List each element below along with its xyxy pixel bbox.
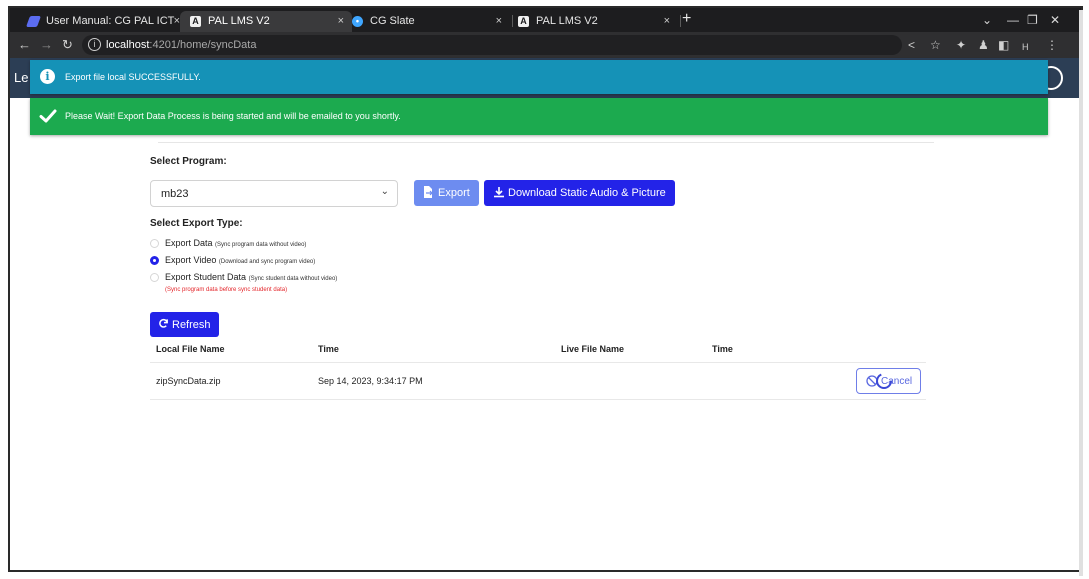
tab-title: PAL LMS V2 xyxy=(536,15,598,27)
tab-title: PAL LMS V2 xyxy=(208,15,270,27)
checkmark-icon xyxy=(39,109,57,123)
tab-title: User Manual: CG PAL ICT xyxy=(46,15,175,27)
radio-button-checked[interactable] xyxy=(150,256,159,265)
extensions-puzzle-icon[interactable]: ✦ xyxy=(956,37,966,53)
url-text: localhost:4201/home/syncData xyxy=(106,39,257,51)
close-window-icon[interactable]: ✕ xyxy=(1050,11,1060,29)
radio-button[interactable] xyxy=(150,239,159,248)
share-icon[interactable]: < xyxy=(908,37,915,53)
browser-menu-icon[interactable]: ⋮ xyxy=(1046,37,1058,53)
site-info-icon[interactable]: i xyxy=(88,38,101,51)
tab-search-chevron-icon[interactable]: ⌄ xyxy=(982,11,992,29)
tab-separator xyxy=(680,15,681,27)
radio-button[interactable] xyxy=(150,273,159,282)
tab-title: CG Slate xyxy=(370,15,415,27)
tab-strip: User Manual: CG PAL ICT × A PAL LMS V2 ×… xyxy=(10,8,1081,32)
minimize-icon[interactable]: — xyxy=(1007,11,1019,29)
program-select[interactable]: mb23 ⌄ xyxy=(150,180,398,207)
refresh-icon xyxy=(159,318,168,328)
export-type-label: Select Export Type: xyxy=(150,218,243,229)
cell-time: Sep 14, 2023, 9:34:17 PM xyxy=(318,376,423,386)
tab-pal-lms[interactable]: A PAL LMS V2 × xyxy=(508,11,678,32)
app-brand: Le xyxy=(14,70,29,85)
tab-pal-lms-active[interactable]: A PAL LMS V2 × xyxy=(180,11,352,32)
new-tab-button[interactable]: + xyxy=(682,9,691,29)
extension-icon[interactable]: ♟ xyxy=(978,37,989,53)
bookmark-star-icon[interactable]: ☆ xyxy=(930,37,941,53)
radio-label: Export Data xyxy=(165,238,213,248)
toast-message: Export file local SUCCESSFULLY. xyxy=(65,72,201,82)
download-icon xyxy=(494,187,504,198)
forward-arrow-icon[interactable]: → xyxy=(40,37,53,53)
export-button-label: Export xyxy=(438,187,470,199)
file-export-icon xyxy=(424,186,433,198)
success-toast[interactable]: Please Wait! Export Data Process is bein… xyxy=(30,98,1048,135)
browser-toolbar: ← → ↻ i localhost:4201/home/syncData < ☆… xyxy=(10,32,1081,58)
content-divider xyxy=(158,142,934,143)
address-bar[interactable]: i localhost:4201/home/syncData xyxy=(82,35,902,55)
table-header-live-file: Live File Name xyxy=(561,344,625,354)
cg-slate-favicon-icon: • xyxy=(352,16,363,27)
export-button[interactable]: Export xyxy=(414,180,479,206)
table-header-rule xyxy=(150,362,926,363)
radio-label: Export Student Data xyxy=(165,272,247,282)
reload-icon[interactable]: ↻ xyxy=(62,37,73,53)
close-tab-icon[interactable]: × xyxy=(496,11,502,32)
download-static-button[interactable]: Download Static Audio & Picture xyxy=(484,180,675,206)
profile-avatar[interactable]: H xyxy=(1022,39,1029,55)
browser-window: User Manual: CG PAL ICT × A PAL LMS V2 ×… xyxy=(8,6,1083,572)
tab-user-manual[interactable]: User Manual: CG PAL ICT × xyxy=(18,11,188,32)
info-icon: i xyxy=(40,69,55,84)
tab-cg-slate[interactable]: • CG Slate × xyxy=(342,11,510,32)
user-manual-favicon-icon xyxy=(25,16,42,27)
loading-cursor-icon xyxy=(876,373,892,389)
program-select-value: mb23 xyxy=(161,188,189,200)
info-toast[interactable]: i Export file local SUCCESSFULLY. xyxy=(30,60,1048,94)
table-header-time: Time xyxy=(318,344,339,354)
restore-icon[interactable]: ❐ xyxy=(1027,11,1038,29)
refresh-button[interactable]: Refresh xyxy=(150,312,219,337)
a-logo-favicon-icon: A xyxy=(190,16,201,27)
refresh-button-label: Refresh xyxy=(172,319,211,331)
table-row-rule xyxy=(150,399,926,400)
student-data-warning: (Sync program data before sync student d… xyxy=(165,287,288,293)
radio-hint: (Sync program data without video) xyxy=(215,242,307,248)
radio-hint: (Download and sync program video) xyxy=(218,259,316,265)
chevron-down-icon: ⌄ xyxy=(380,186,389,197)
table-header-live-time: Time xyxy=(712,344,733,354)
cell-local-file: zipSyncData.zip xyxy=(156,376,221,386)
window-shadow xyxy=(1079,10,1083,576)
toast-message: Please Wait! Export Data Process is bein… xyxy=(65,111,401,121)
download-button-label: Download Static Audio & Picture xyxy=(508,187,666,199)
a-logo-favicon-icon: A xyxy=(518,16,529,27)
close-tab-icon[interactable]: × xyxy=(664,11,670,32)
radio-label: Export Video xyxy=(165,255,217,265)
radio-hint: (Sync student data without video) xyxy=(248,276,338,282)
back-arrow-icon[interactable]: ← xyxy=(18,37,31,53)
side-panel-icon[interactable]: ◧ xyxy=(998,37,1009,53)
table-header-local-file: Local File Name xyxy=(156,344,225,354)
select-program-label: Select Program: xyxy=(150,156,227,167)
